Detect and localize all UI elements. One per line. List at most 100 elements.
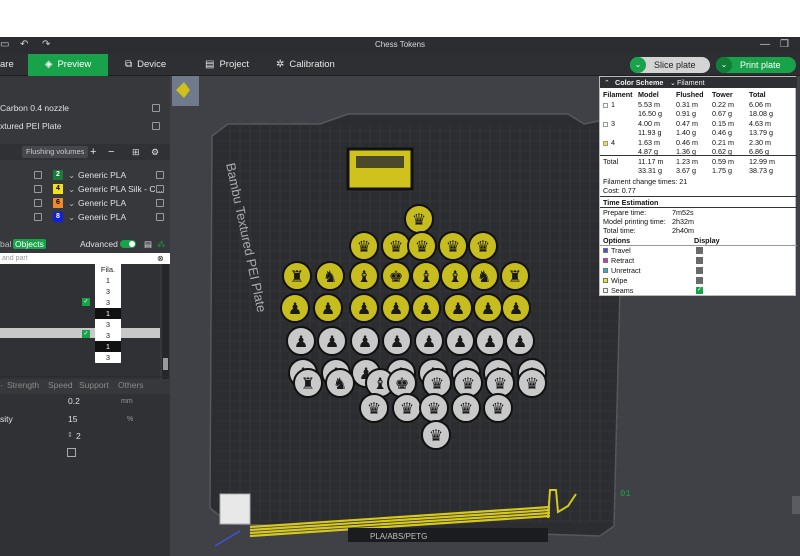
chess-token[interactable]: ♟ (475, 326, 505, 356)
minimize-icon[interactable]: — (760, 39, 770, 50)
remove-icon[interactable]: − (108, 144, 114, 160)
add-icon[interactable]: + (90, 144, 96, 160)
chess-token[interactable]: ♟ (286, 326, 316, 356)
flushing-volumes-button[interactable]: Flushing volumes (22, 146, 89, 158)
chess-token[interactable]: ♛ (517, 368, 547, 398)
object-list-scrollbar[interactable] (162, 264, 169, 379)
chess-token[interactable]: ♞ (469, 261, 499, 291)
fila-cell[interactable]: 1 (95, 308, 121, 319)
chess-token[interactable]: ♛ (381, 231, 411, 261)
chess-token[interactable]: ♛ (485, 368, 515, 398)
display-checkbox[interactable]: ✓ (696, 287, 703, 294)
chevron-down-icon[interactable]: ⌄ (68, 168, 75, 182)
split-icon[interactable]: ⁂ (157, 236, 166, 252)
advanced-toggle[interactable] (120, 240, 136, 248)
objects-tab[interactable]: Objects (13, 239, 46, 249)
fila-cell[interactable]: 3 (95, 352, 121, 363)
display-checkbox[interactable] (696, 267, 703, 274)
chess-token[interactable]: ♚ (381, 261, 411, 291)
tab-preview[interactable]: ◈ Preview (28, 54, 108, 76)
edit-icon[interactable] (34, 213, 42, 221)
chess-token[interactable]: ♛ (392, 393, 422, 423)
chess-token[interactable]: ♛ (453, 368, 483, 398)
chess-token[interactable]: ♚ (387, 368, 417, 398)
view-cube[interactable] (219, 493, 251, 525)
chess-token[interactable]: ♛ (407, 231, 437, 261)
edit-icon[interactable] (156, 185, 164, 193)
chess-token[interactable]: ♛ (419, 393, 449, 423)
build-plate[interactable] (209, 113, 625, 537)
edit-icon[interactable] (152, 104, 160, 112)
layer-slider[interactable] (792, 496, 800, 514)
chess-token[interactable]: ♟ (443, 293, 473, 323)
param-tab-support[interactable]: Support (79, 377, 109, 393)
checkbox[interactable] (67, 448, 76, 457)
chess-token[interactable]: ♟ (381, 293, 411, 323)
chess-token[interactable]: ♛ (468, 231, 498, 261)
chevron-down-icon[interactable]: ⌄ (68, 182, 75, 196)
chess-token[interactable]: ♛ (422, 368, 452, 398)
scrollbar-thumb[interactable] (163, 358, 168, 370)
chess-token[interactable]: ♟ (411, 293, 441, 323)
search-input[interactable]: and part ⊗ (0, 253, 170, 264)
wall-loops-value[interactable]: 2 (76, 431, 81, 441)
edit-icon[interactable] (156, 199, 164, 207)
nozzle-row[interactable]: Carbon 0.4 nozzle (0, 100, 170, 116)
global-tab[interactable]: bal (0, 236, 11, 252)
filament-number-badge[interactable]: 6 (53, 198, 63, 208)
fila-cell[interactable]: 1 (95, 341, 121, 352)
collapse-icon[interactable]: ⌃ (604, 78, 610, 87)
restore-icon[interactable]: ❐ (780, 39, 789, 50)
edit-icon[interactable] (156, 213, 164, 221)
slice-plate-button[interactable]: ⌄ Slice plate (630, 57, 710, 73)
chess-token[interactable]: ♜ (282, 261, 312, 291)
chevron-down-icon[interactable]: ⌄ (68, 210, 75, 224)
chess-token[interactable]: ♟ (313, 293, 343, 323)
chess-token[interactable]: ♛ (421, 420, 451, 450)
list-icon[interactable]: ▤ (144, 236, 152, 252)
chess-token[interactable]: ♛ (349, 231, 379, 261)
chess-token[interactable]: ♟ (350, 326, 380, 356)
param-tab-speed[interactable]: Speed (48, 377, 73, 393)
chess-token[interactable]: ♟ (280, 293, 310, 323)
chess-token[interactable]: ♜ (293, 368, 323, 398)
chess-token[interactable]: ♟ (349, 293, 379, 323)
edit-icon[interactable] (152, 122, 160, 130)
tab-device[interactable]: ⧉ Device (125, 54, 185, 76)
sync-icon[interactable]: ⊞ (132, 144, 140, 160)
plate-type-row[interactable]: xtured PEI Plate (0, 118, 170, 134)
fila-cell[interactable]: 3 (95, 319, 121, 330)
tab-calibration[interactable]: ✲ Calibration (276, 54, 356, 76)
chess-token[interactable]: ♟ (501, 293, 531, 323)
chess-token[interactable]: ♛ (451, 393, 481, 423)
filament-row[interactable]: 8 ⌄ Generic PLA (0, 210, 170, 224)
param-tab-others[interactable]: Others (118, 377, 144, 393)
param-tab-strength[interactable]: Strength (7, 377, 39, 393)
tab-prepare[interactable]: are (0, 54, 26, 76)
dropdown-icon[interactable]: ⌄ (670, 78, 676, 87)
checkbox[interactable]: ✓ (82, 330, 90, 338)
filament-row[interactable]: 6 ⌄ Generic PLA (0, 196, 170, 210)
chess-token[interactable]: ♝ (440, 261, 470, 291)
chess-token[interactable]: ♟ (382, 326, 412, 356)
fila-cell[interactable]: 3 (95, 330, 121, 341)
print-plate-button[interactable]: ⌄ Print plate (716, 57, 796, 73)
chess-token[interactable]: ♟ (473, 293, 503, 323)
filament-number-badge[interactable]: 2 (53, 170, 63, 180)
filament-row[interactable]: 4 ⌄ Generic PLA Silk - C... (0, 182, 170, 196)
chess-token[interactable]: ♞ (325, 368, 355, 398)
edit-icon[interactable] (34, 171, 42, 179)
edit-icon[interactable] (34, 185, 42, 193)
chess-token[interactable]: ♟ (317, 326, 347, 356)
scheme-select[interactable]: Filament (677, 78, 705, 87)
display-checkbox[interactable] (696, 257, 703, 264)
chess-token[interactable]: ♛ (359, 393, 389, 423)
filament-row[interactable]: 2 ⌄ Generic PLA (0, 168, 170, 182)
checkbox[interactable]: ✓ (82, 298, 90, 306)
layer-height-value[interactable]: 0.2 (68, 396, 80, 406)
filament-number-badge[interactable]: 8 (53, 212, 63, 222)
infill-density-value[interactable]: 15 (68, 414, 77, 424)
display-checkbox[interactable] (696, 277, 703, 284)
fila-cell[interactable]: 3 (95, 297, 121, 308)
gear-icon[interactable]: ⚙ (151, 144, 159, 160)
